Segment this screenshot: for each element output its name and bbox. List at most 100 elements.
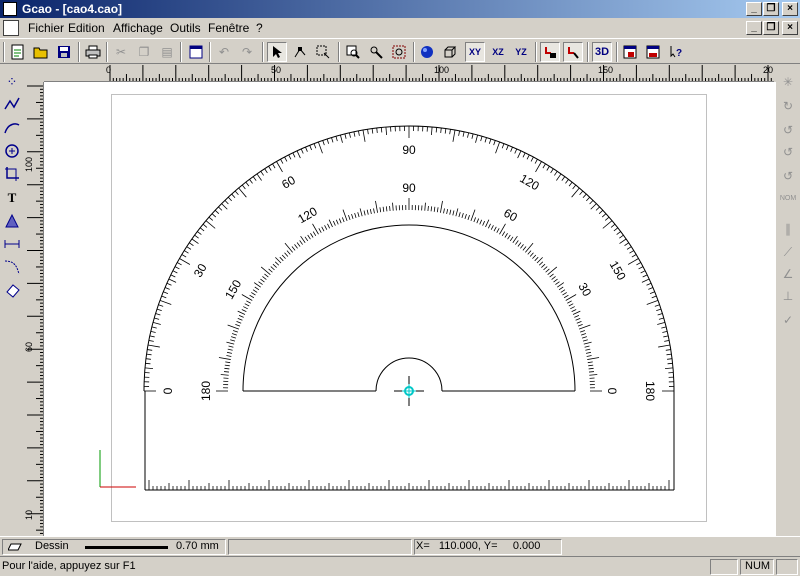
parallel-tool-icon[interactable]: ∥: [778, 219, 798, 239]
rotate-x-icon[interactable]: ↺: [778, 120, 798, 140]
inner-scale-tick: [485, 219, 490, 228]
menu-outils[interactable]: Outils: [170, 21, 201, 35]
text-tool-icon[interactable]: T: [2, 188, 22, 208]
new-file-icon[interactable]: [8, 42, 28, 62]
inner-scale-tick: [249, 294, 255, 299]
paste-icon[interactable]: ▤: [157, 42, 177, 62]
outer-scale-tick: [648, 287, 654, 290]
undo-icon[interactable]: ↶: [214, 42, 234, 62]
outer-scale-tick: [224, 200, 229, 205]
arc-tool-icon[interactable]: [2, 118, 22, 138]
drawing-canvas[interactable]: 0 30 60 90 120 150 180 180 150 120 90 60 30 0: [44, 82, 776, 536]
outer-scale-tick: [579, 190, 584, 196]
app-icon[interactable]: [3, 2, 17, 16]
view-xy-button[interactable]: XY: [465, 42, 485, 62]
check-tool-icon[interactable]: ✓: [778, 310, 798, 330]
outer-scale-tick: [550, 168, 554, 174]
context-help-icon[interactable]: ?: [666, 42, 686, 62]
inner-scale-tick: [243, 306, 248, 310]
toolbar-separator: [413, 42, 415, 62]
dimension-tool-icon[interactable]: [2, 234, 22, 254]
num-indicator: NUM: [745, 560, 771, 572]
outer-scale-tick: [158, 304, 164, 307]
perpendicular-tool-icon[interactable]: ⊥: [778, 286, 798, 306]
inner-scale-tick: [512, 235, 518, 243]
inner-scale-tick: [436, 207, 439, 213]
mdi-minimize-button[interactable]: _: [746, 21, 762, 35]
rotate-y-icon[interactable]: ↺: [778, 142, 798, 162]
view-3d-button[interactable]: 3D: [592, 42, 612, 62]
menu-affichage[interactable]: Affichage: [113, 21, 163, 35]
snap-point-icon[interactable]: [563, 42, 583, 62]
inner-scale-tick: [532, 254, 537, 259]
toolbar-separator: [587, 42, 589, 62]
edit-points-icon[interactable]: [290, 42, 310, 62]
snap-grid-icon[interactable]: [540, 42, 560, 62]
outer-scale-tick: [340, 134, 343, 143]
outer-scale-tick: [629, 250, 634, 254]
circle-tool-icon[interactable]: [2, 141, 22, 161]
zoom-area-icon[interactable]: [366, 42, 386, 62]
save-icon[interactable]: [54, 42, 74, 62]
tangent-tool-icon[interactable]: ⟋: [778, 242, 798, 262]
outer-scale-tick: [657, 313, 663, 316]
inner-scale-tick: [430, 206, 433, 212]
close-button[interactable]: ×: [782, 2, 798, 16]
inner-scale-tick: [272, 263, 277, 268]
menu-fenetre[interactable]: Fenêtre: [208, 21, 249, 35]
zoom-fit-icon[interactable]: [389, 42, 409, 62]
rotate-z-icon[interactable]: ↺: [778, 166, 798, 186]
render-sphere-icon[interactable]: [417, 42, 437, 62]
right-tool-palette: ✳ ↻ ↺ ↺ ↺ NOM ∥ ⟋ ∠ ⊥ ✓: [776, 64, 800, 536]
eraser-tool-icon[interactable]: [2, 280, 22, 300]
mdi-close-button[interactable]: ×: [782, 21, 798, 35]
vertical-ruler[interactable]: 100 60 10: [24, 82, 44, 536]
angle-tool-icon[interactable]: ∠: [778, 264, 798, 284]
inner-scale-tick: [224, 364, 230, 367]
protractor-drawing: 0 30 60 90 120 150 180 180 150 120 90 60 30 0: [99, 125, 675, 491]
redo-icon[interactable]: ↷: [237, 42, 257, 62]
properties-icon[interactable]: [186, 42, 206, 62]
cut-icon[interactable]: ✂: [111, 42, 131, 62]
cube-view-icon[interactable]: [440, 42, 460, 62]
inner-scale-tick: [581, 333, 587, 336]
points-tool-icon[interactable]: ⁘: [2, 72, 22, 92]
hatch-tool-icon[interactable]: [2, 211, 22, 231]
open-folder-icon[interactable]: [31, 42, 51, 62]
zoom-icon[interactable]: [343, 42, 363, 62]
outer-scale-tick: [484, 137, 487, 143]
view-yz-button[interactable]: YZ: [511, 42, 531, 62]
coordinates-readout: X= 110.000, Y= 0.000: [416, 540, 541, 552]
rotate-tool-icon[interactable]: ↻: [778, 96, 798, 116]
mdi-restore-button[interactable]: ❐: [763, 21, 779, 35]
select-window-icon[interactable]: [313, 42, 333, 62]
minimize-button[interactable]: _: [746, 2, 762, 16]
horizontal-ruler[interactable]: 0 50 100 150 20: [44, 64, 774, 82]
menu-help[interactable]: ?: [256, 21, 263, 35]
inner-scale-label: 180: [199, 381, 213, 401]
inner-scale-tick: [565, 294, 577, 301]
menu-fichier[interactable]: Fichier: [28, 21, 64, 35]
normal-tool-icon[interactable]: NOM: [778, 188, 798, 208]
outer-scale-tick: [331, 137, 334, 143]
snap-tool-icon[interactable]: ✳: [778, 72, 798, 92]
print-icon[interactable]: [83, 42, 103, 62]
menu-edition[interactable]: Edition: [68, 21, 105, 35]
render-window-icon[interactable]: [620, 42, 640, 62]
select-arrow-icon[interactable]: [267, 42, 287, 62]
outer-scale-tick: [202, 223, 208, 228]
maximize-button[interactable]: ❐: [763, 2, 779, 16]
copy-icon[interactable]: ❐: [134, 42, 154, 62]
rectangle-tool-icon[interactable]: [2, 164, 22, 184]
render-3d-window-icon[interactable]: [643, 42, 663, 62]
view-xz-button[interactable]: XZ: [488, 42, 508, 62]
document-icon[interactable]: [3, 20, 19, 36]
cursor-crosshair: [394, 376, 424, 406]
outer-scale-tick: [571, 187, 580, 198]
inner-scale-tick: [220, 374, 229, 376]
outer-scale-tick: [663, 335, 669, 338]
curve-tool-icon[interactable]: [2, 257, 22, 277]
outer-scale-tick: [227, 196, 232, 202]
polyline-tool-icon[interactable]: [2, 94, 22, 114]
outer-scale-tick: [163, 291, 169, 294]
